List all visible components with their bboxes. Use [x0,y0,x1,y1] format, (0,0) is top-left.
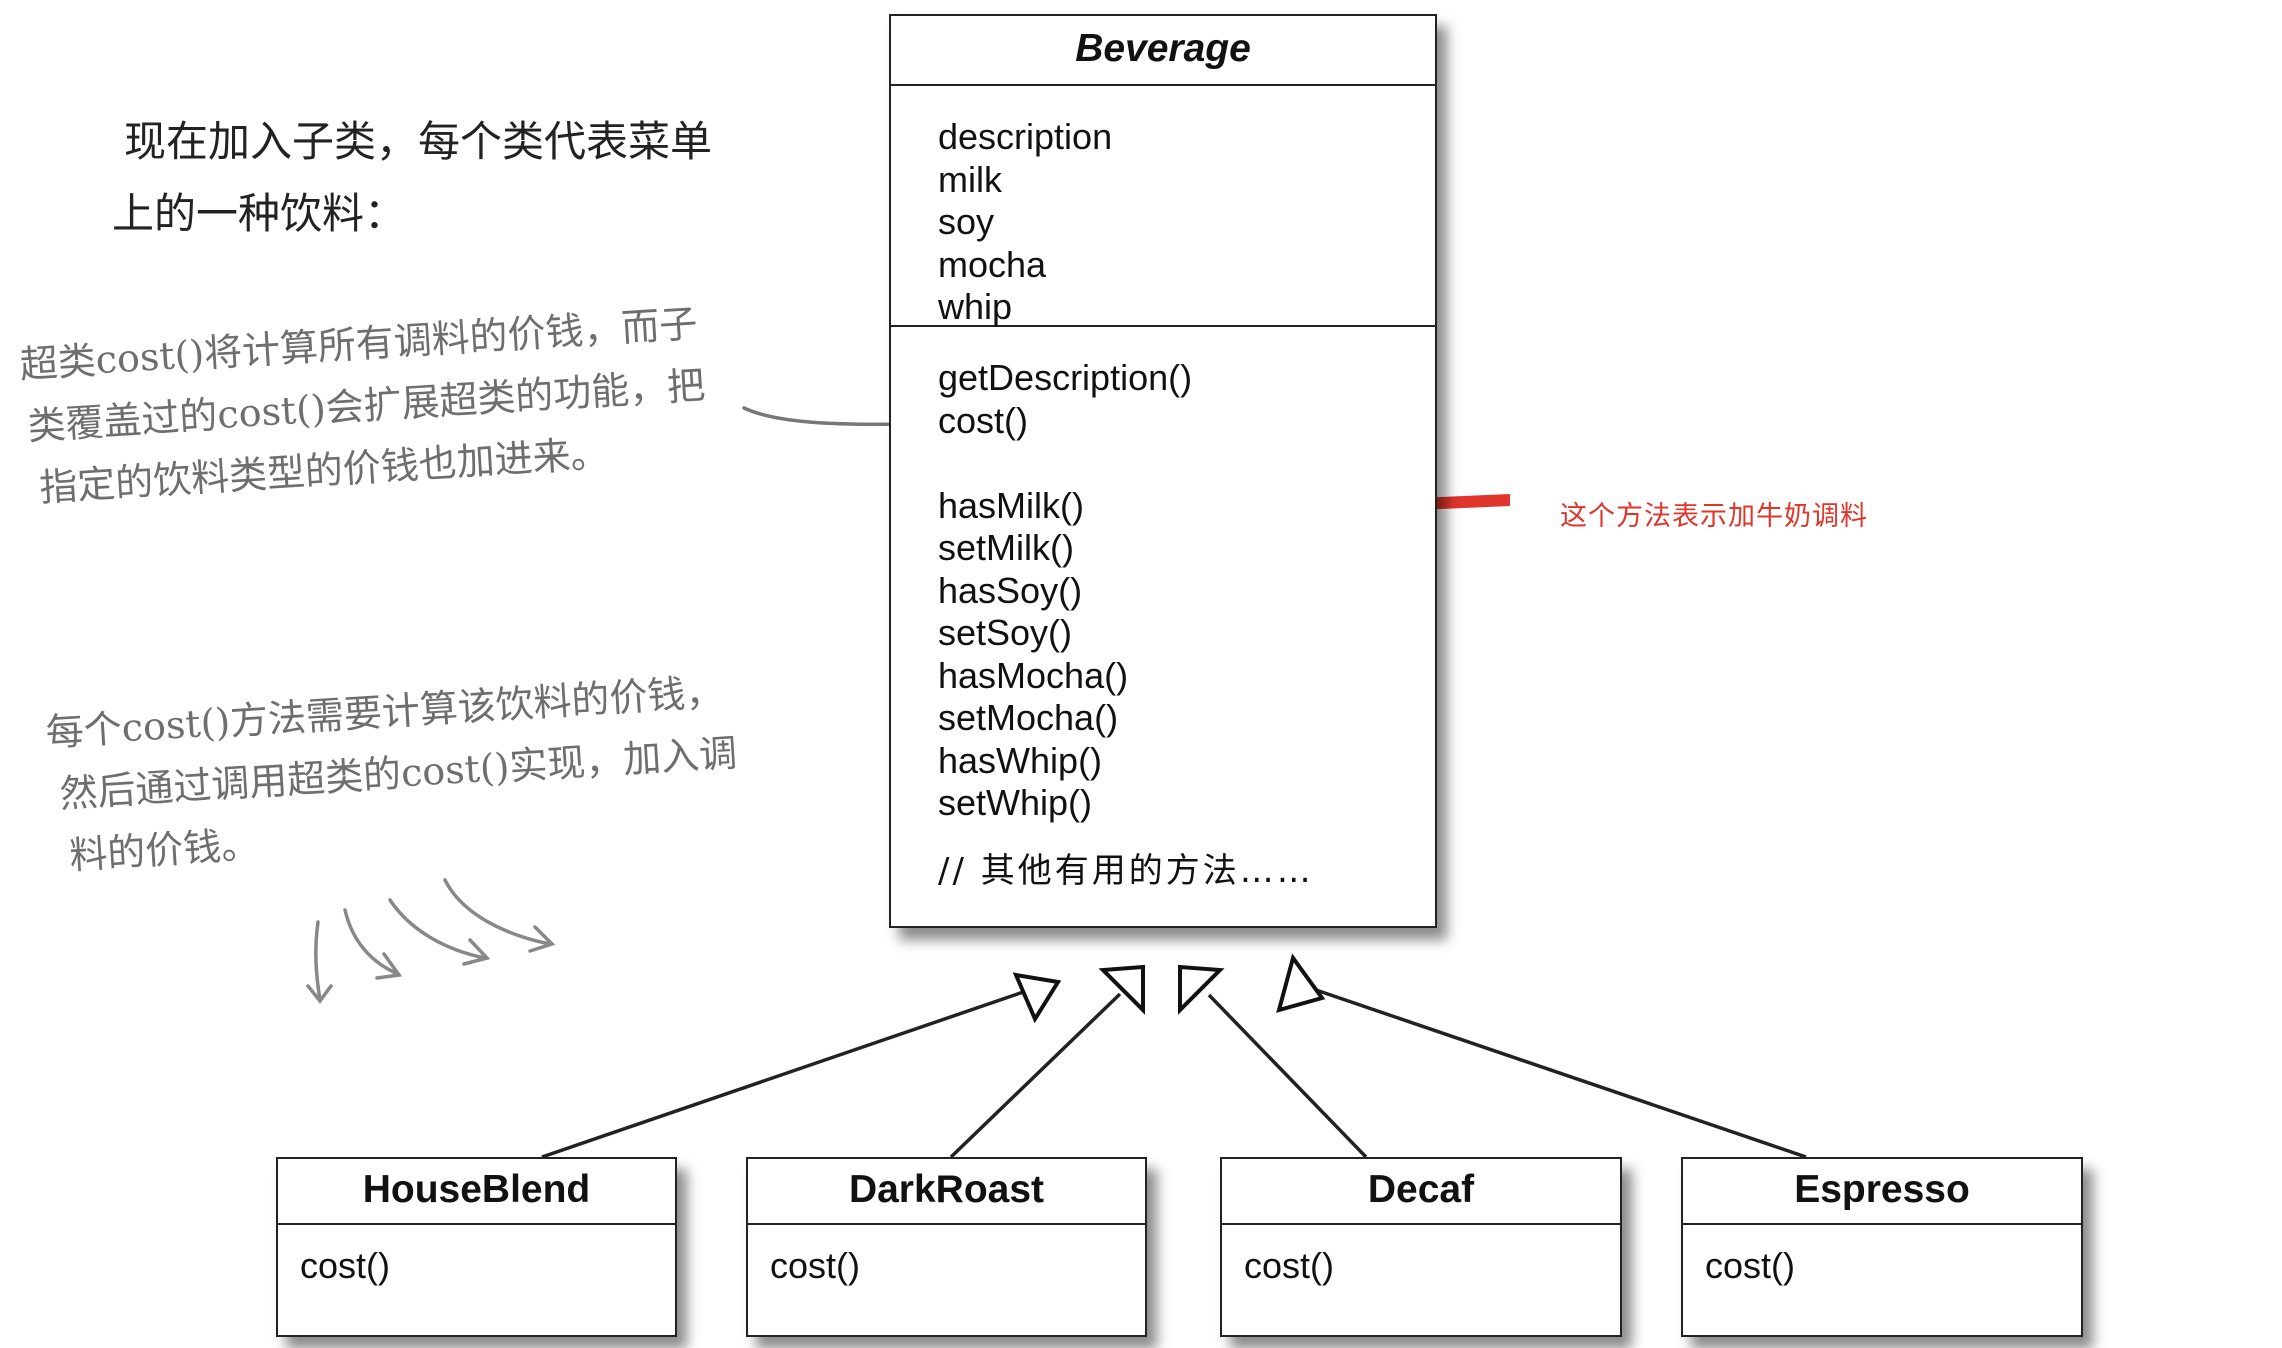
inheritance-line-houseblend [541,986,1036,1159]
decaf-class-box: Decaf cost() [1220,1157,1622,1337]
intro-note-line-1: 现在加入子类，每个类代表菜单 [124,117,713,166]
attribute-milk: milk [938,158,1002,200]
attribute-whip: whip [938,286,1013,327]
method-hassoy: hasSoy() [938,569,1083,611]
intro-note: 现在加入子类，每个类代表菜单 上的一种饮料： [112,106,712,250]
houseblend-cost-method: cost() [300,1245,390,1286]
generalization-arrowhead-3 [1178,964,1225,1015]
attribute-description: description [938,116,1113,157]
method-hasmocha: hasMocha() [938,654,1129,696]
class-name-beverage: Beverage [891,16,1435,86]
method-hasmilk: hasMilk() [938,484,1085,526]
beverage-attributes: description milk soy mocha whip [891,86,1435,327]
houseblend-class-box: HouseBlend cost() [276,1157,677,1337]
attribute-soy: soy [938,201,995,242]
generalization-arrowhead-4 [1276,953,1326,1013]
darkroast-class-box: DarkRoast cost() [746,1157,1147,1337]
inheritance-arrowheads [1012,953,1326,1024]
method-setmocha: setMocha() [938,697,1119,738]
class-name-darkroast: DarkRoast [748,1159,1145,1225]
class-name-espresso: Espresso [1683,1159,2081,1225]
darkroast-cost-method: cost() [770,1245,860,1286]
method-getdescription: getDescription() [938,357,1193,398]
beverage-class-box: Beverage description milk soy mocha whip… [889,14,1437,928]
class-name-houseblend: HouseBlend [278,1159,675,1225]
method-cost: cost() [938,399,1028,441]
method-setmilk: setMilk() [938,527,1074,568]
inheritance-line-espresso [1315,988,1807,1159]
inheritance-lines [541,986,1807,1159]
attribute-mocha: mocha [938,243,1047,285]
method-setsoy: setSoy() [938,612,1073,653]
other-methods-comment: // 其他有用的方法…… [938,850,1314,891]
generalization-arrowhead-1 [1012,972,1062,1024]
inheritance-line-decaf [1207,993,1368,1159]
method-haswhip: hasWhip() [938,739,1103,781]
intro-note-line-2: 上的一种饮料： [112,189,407,238]
method-setwhip: setWhip() [938,782,1093,823]
espresso-cost-method: cost() [1705,1245,1795,1286]
curved-gray-arrows [306,878,556,1004]
class-name-decaf: Decaf [1222,1159,1620,1225]
espresso-class-box: Espresso cost() [1681,1157,2083,1337]
decaf-cost-method: cost() [1244,1245,1334,1286]
beverage-methods: getDescription() cost() hasMilk() setMil… [891,327,1435,892]
method-group-spacer [938,442,1435,485]
red-annotation: 这个方法表示加牛奶调料 [1560,501,1868,532]
